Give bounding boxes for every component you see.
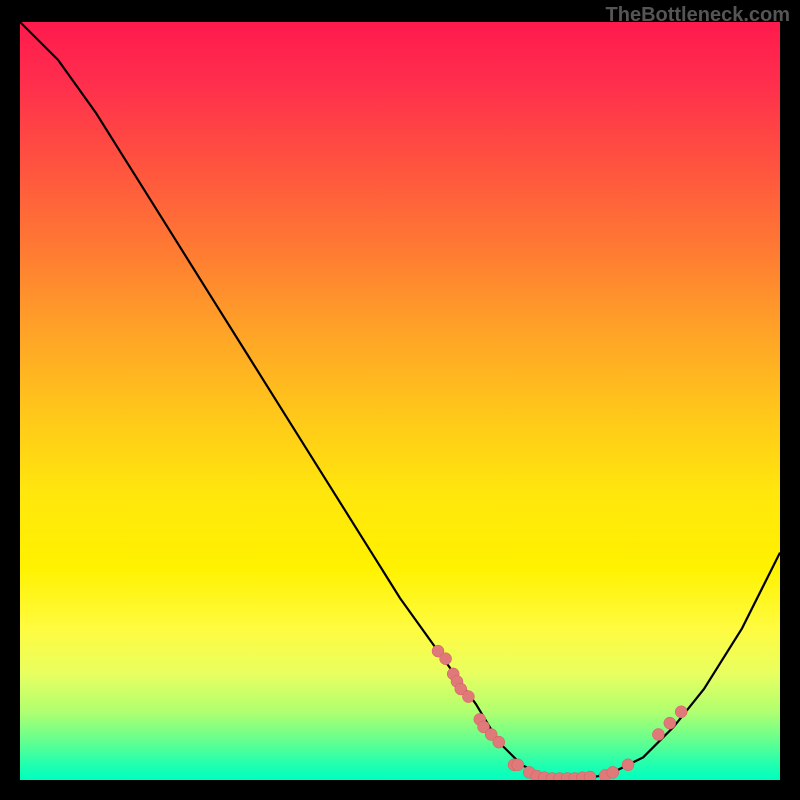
scatter-dot <box>462 691 474 703</box>
scatter-dot <box>512 759 524 771</box>
bottleneck-curve-path <box>20 22 780 780</box>
scatter-dot <box>622 759 634 771</box>
chart-plot-area <box>20 22 780 780</box>
scatter-dot <box>584 771 596 780</box>
scatter-dot <box>664 717 676 729</box>
scatter-dot <box>493 736 505 748</box>
chart-svg <box>20 22 780 780</box>
scatter-dot <box>607 766 619 778</box>
scatter-dots-group <box>432 645 687 780</box>
watermark-text: TheBottleneck.com <box>606 4 790 27</box>
scatter-dot <box>440 653 452 665</box>
scatter-dot <box>652 729 664 741</box>
scatter-dot <box>675 706 687 718</box>
